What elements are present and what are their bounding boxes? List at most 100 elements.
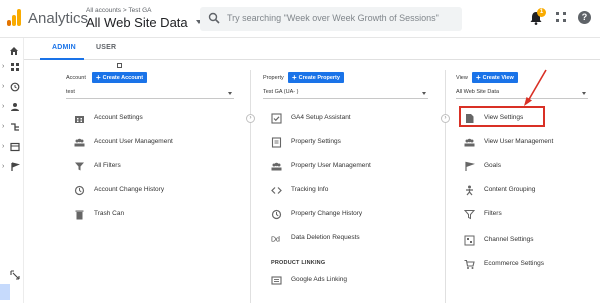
account-select[interactable]: test [66,89,234,99]
dashboard-icon [11,63,19,71]
nav-acquisition[interactable]: › [0,120,24,136]
search-placeholder: Try searching "Week over Week Growth of … [227,13,439,23]
expand-icon: › [2,63,5,70]
create-property-button[interactable]: + Create Property [288,72,344,83]
dd-icon: Dd [271,237,280,244]
home-icon [10,47,18,55]
checkbox-icon [271,113,282,124]
expand-icon: › [2,83,5,90]
column-divider [445,70,446,303]
people-icon [74,138,85,147]
left-nav: › › › › › › [0,38,24,303]
item-label: Account Change History [94,186,165,193]
nav-home[interactable] [0,44,24,60]
app-name: Analytics [28,10,89,27]
chevron-right-icon: › [441,114,450,123]
create-view-label: Create View [482,75,514,81]
svg-text:Dd: Dd [271,237,280,244]
property-column: Property + Create Property Test GA (UA- )… [263,60,431,303]
breadcrumb[interactable]: All accounts > Test GA [86,7,151,14]
people-icon [464,138,475,147]
item-label: Channel Settings [484,236,534,243]
history-icon [271,209,282,220]
create-account-button[interactable]: + Create Account [92,72,148,83]
expand-icon: › [2,103,5,110]
item-label: Goals [484,162,501,169]
item-label: Account Settings [94,114,143,121]
nav-customization[interactable]: › [0,60,24,76]
admin-tabs: ADMIN USER [24,38,600,60]
ads-icon [271,276,282,285]
behavior-icon [10,142,20,152]
product-linking-heading: PRODUCT LINKING [271,260,326,266]
item-label: Property User Management [291,162,371,169]
dock-icon[interactable] [10,270,20,280]
create-property-label: Create Property [298,75,340,81]
account-label: Account [66,75,86,81]
view-settings-highlight-box [459,106,545,127]
filter-icon [75,162,84,171]
item-label: All Filters [94,162,121,169]
item-label: Account User Management [94,138,173,145]
create-view-button[interactable]: + Create View [472,72,518,83]
expand-icon: › [2,123,5,130]
filter-icon [464,210,475,220]
search-input[interactable]: Try searching "Week over Week Growth of … [200,7,462,31]
view-label: View [456,75,468,81]
search-icon [208,12,220,24]
flag-icon [11,162,20,171]
item-label: GA4 Setup Assistant [291,114,351,121]
code-icon [271,187,282,194]
acquisition-icon [11,123,19,131]
history-icon [74,185,85,196]
item-label: Filters [484,210,502,217]
item-label: Property Change History [291,210,363,217]
people-icon [271,162,282,171]
caret-down-icon [422,92,426,95]
item-label: Google Ads Linking [291,276,348,283]
tab-user[interactable]: USER [96,44,116,51]
account-selector[interactable]: All Web Site Data [86,15,188,30]
item-label: Content Grouping [484,186,536,193]
account-select-value: test [66,89,75,95]
help-icon[interactable]: ? [578,11,591,24]
item-label: Property Settings [291,138,341,145]
apps-grid-icon[interactable] [556,12,566,22]
expand-icon: › [2,143,5,150]
property-label: Property [263,75,284,81]
tab-admin[interactable]: ADMIN [52,44,76,51]
property-select-value: Test GA (UA- ) [263,89,299,95]
item-label: View User Management [484,138,554,145]
channel-icon [464,235,475,246]
top-header: Analytics All accounts > Test GA All Web… [0,0,600,38]
clock-icon [10,82,20,92]
trash-icon [75,210,84,220]
view-select-value: All Web Site Data [456,89,500,95]
cart-icon [464,259,475,269]
nav-behavior[interactable]: › [0,140,24,156]
flag-icon [465,161,475,171]
nav-audience[interactable]: › [0,100,24,116]
expand-icon: › [2,163,5,170]
document-icon [271,137,282,148]
create-account-label: Create Account [102,75,144,81]
item-label: Trash Can [94,210,125,217]
person-icon [466,185,473,196]
nav-realtime[interactable]: › [0,80,24,96]
nav-collapse-handle[interactable] [0,284,10,300]
notification-badge: 1 [537,8,546,17]
building-icon [75,116,84,123]
caret-down-icon [582,92,586,95]
item-label: Tracking Info [291,186,329,193]
annotation-arrow-icon [524,69,547,106]
item-label: Ecommerce Settings [484,260,544,267]
caret-down-icon [228,92,232,95]
account-column: Account + Create Account test Account Set… [66,60,236,303]
item-label: Data Deletion Requests [291,234,360,241]
analytics-logo-icon[interactable] [7,9,21,26]
column-divider [250,70,251,303]
nav-conversions[interactable]: › [0,160,24,176]
chevron-right-icon: › [246,114,255,123]
property-select[interactable]: Test GA (UA- ) [263,89,428,99]
person-icon [11,103,19,111]
